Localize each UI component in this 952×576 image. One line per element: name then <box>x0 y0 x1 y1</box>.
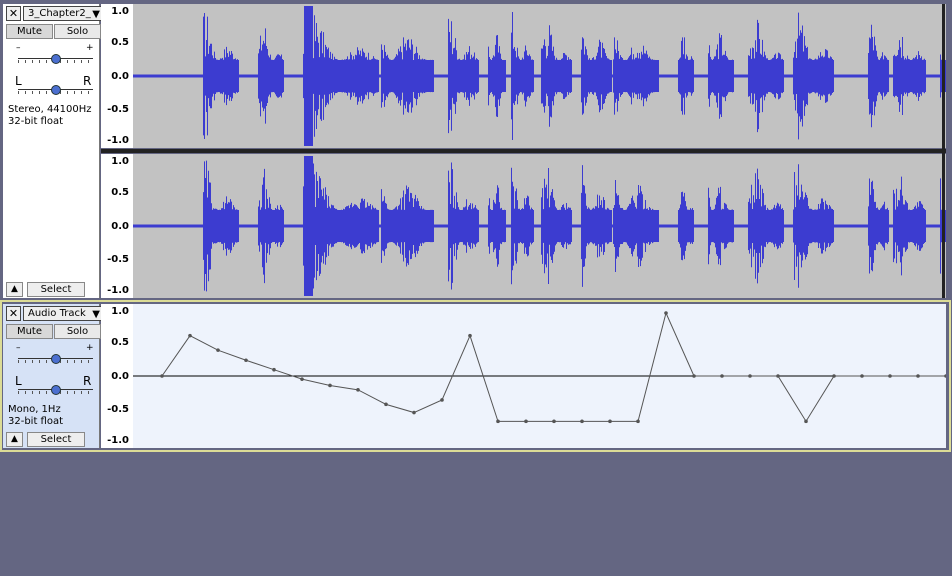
ruler-tick: 0.5 <box>111 337 129 348</box>
sample-point <box>412 410 416 415</box>
track-1-channel-2-ruler: 1.0 0.5 0.0 -0.5 -1.0 <box>101 154 133 298</box>
track-1-name: 3_Chapter2_ <box>28 8 91 19</box>
sample-point <box>384 402 388 407</box>
sample-point <box>552 419 556 424</box>
sample-point <box>860 374 864 378</box>
sample-point <box>160 374 164 378</box>
gain-minus-label: – <box>16 343 21 353</box>
track-end-marker <box>942 4 945 298</box>
ruler-tick: -0.5 <box>107 404 129 415</box>
track-1-select-button[interactable]: Select <box>27 282 85 297</box>
sample-point <box>776 374 780 378</box>
track-1-format-bits: 32-bit float <box>8 116 64 127</box>
sample-point <box>496 419 500 424</box>
sample-line <box>161 311 946 423</box>
collapse-up-icon[interactable]: ▲ <box>6 282 23 297</box>
sample-point <box>916 374 920 378</box>
sample-point <box>720 374 724 378</box>
track-2-sample-plot[interactable] <box>133 304 946 448</box>
ruler-tick: 0.0 <box>111 221 129 232</box>
track-2-ruler: 1.0 0.5 0.0 -0.5 -1.0 <box>101 304 133 448</box>
collapse-up-icon[interactable]: ▲ <box>6 432 23 447</box>
channel-separator <box>101 149 946 153</box>
track-2-format-info: Mono, 1Hz 32-bit float <box>8 404 63 428</box>
sample-point <box>244 358 248 363</box>
sample-point <box>608 419 612 424</box>
ruler-tick: -0.5 <box>107 104 129 115</box>
sample-point <box>272 367 276 372</box>
track-1-channel-1-waveform[interactable] <box>133 4 946 148</box>
ruler-tick: -0.5 <box>107 254 129 265</box>
pan-slider-thumb[interactable] <box>51 385 61 395</box>
track-2-name-menu-button[interactable]: Audio Track ▼ <box>23 306 104 321</box>
track-1: ✕ 3_Chapter2_ ▼ Mute Solo – + L R Stereo… <box>0 2 952 298</box>
track-1-gain-slider[interactable] <box>18 54 93 64</box>
track-1-format-rate: Stereo, 44100Hz <box>8 104 92 115</box>
ruler-tick: 1.0 <box>111 306 129 317</box>
track-2-gain-slider[interactable] <box>18 354 93 364</box>
ruler-tick: 0.5 <box>111 187 129 198</box>
track-1-channel-1-ruler: 1.0 0.5 0.0 -0.5 -1.0 <box>101 4 133 148</box>
track-2: ✕ Audio Track ▼ Mute Solo – + L R Mono, … <box>0 302 952 450</box>
sample-point <box>188 333 192 338</box>
track-2-pan-slider[interactable] <box>18 385 93 395</box>
gain-plus-label: + <box>86 43 94 53</box>
gain-minus-label: – <box>16 43 21 53</box>
ruler-tick: -1.0 <box>107 285 129 296</box>
sample-point <box>636 419 640 424</box>
gain-plus-label: + <box>86 343 94 353</box>
sample-point <box>692 374 696 378</box>
sample-point <box>524 419 528 424</box>
track-1-namebar: ✕ 3_Chapter2_ ▼ <box>6 6 104 22</box>
track-2-format-bits: 32-bit float <box>8 416 64 427</box>
sample-point <box>944 374 946 378</box>
sample-point <box>328 383 332 388</box>
pan-slider-thumb[interactable] <box>51 85 61 95</box>
sample-point <box>300 377 304 381</box>
ruler-tick: 1.0 <box>111 156 129 167</box>
sample-point <box>748 374 752 378</box>
sample-point <box>804 419 808 424</box>
close-icon[interactable]: ✕ <box>6 6 21 21</box>
sample-point <box>440 398 444 402</box>
ruler-tick: -1.0 <box>107 435 129 446</box>
track-2-control-panel: ✕ Audio Track ▼ Mute Solo – + L R Mono, … <box>3 304 104 448</box>
sample-point <box>468 333 472 338</box>
track-1-mute-button[interactable]: Mute <box>6 24 53 39</box>
ruler-tick: 0.0 <box>111 371 129 382</box>
track-2-solo-button[interactable]: Solo <box>54 324 101 339</box>
track-1-channel-2-waveform[interactable] <box>133 154 946 298</box>
track-2-namebar: ✕ Audio Track ▼ <box>6 306 104 322</box>
ruler-tick: 0.0 <box>111 71 129 82</box>
track-2-name: Audio Track <box>28 308 86 319</box>
gain-slider-thumb[interactable] <box>51 54 61 64</box>
sample-point <box>832 374 836 378</box>
ruler-tick: 1.0 <box>111 6 129 17</box>
sample-point <box>664 311 668 315</box>
chevron-down-icon: ▼ <box>92 9 100 20</box>
sample-point <box>888 374 892 378</box>
track-1-name-menu-button[interactable]: 3_Chapter2_ ▼ <box>23 6 104 21</box>
chevron-down-icon: ▼ <box>92 309 100 320</box>
sample-point <box>356 388 360 392</box>
sample-point <box>216 348 220 352</box>
track-1-solo-button[interactable]: Solo <box>54 24 101 39</box>
track-1-format-info: Stereo, 44100Hz 32-bit float <box>8 104 92 128</box>
ruler-tick: 0.5 <box>111 37 129 48</box>
track-2-select-button[interactable]: Select <box>27 432 85 447</box>
sample-point <box>580 419 584 424</box>
track-1-control-panel: ✕ 3_Chapter2_ ▼ Mute Solo – + L R Stereo… <box>3 4 104 298</box>
track-2-mute-button[interactable]: Mute <box>6 324 53 339</box>
close-icon[interactable]: ✕ <box>6 306 21 321</box>
gain-slider-thumb[interactable] <box>51 354 61 364</box>
ruler-tick: -1.0 <box>107 135 129 146</box>
track-1-pan-slider[interactable] <box>18 85 93 95</box>
track-2-format-rate: Mono, 1Hz <box>8 404 61 415</box>
